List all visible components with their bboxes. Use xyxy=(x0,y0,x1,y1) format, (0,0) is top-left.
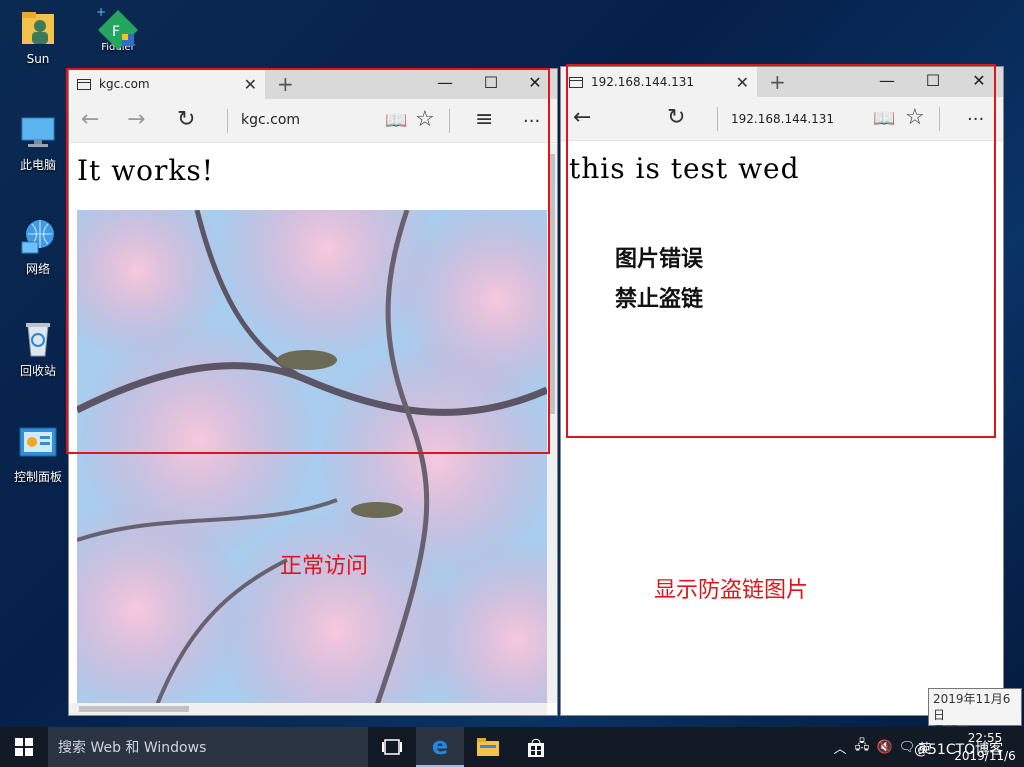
page-icon xyxy=(569,76,583,88)
browser-window-right: 192.168.144.131 ✕ + — ☐ ✕ ← ↻ 192.168.14… xyxy=(560,66,1004,716)
new-tab-button[interactable]: + xyxy=(769,70,786,94)
close-window-button[interactable]: ✕ xyxy=(525,73,545,92)
reading-view-icon[interactable]: 📖 xyxy=(873,108,895,129)
broken-image-alt-text: 图片错误 禁止盗链 xyxy=(615,240,703,320)
page-icon xyxy=(77,78,91,90)
tooltip-date: 2019年11月6日 xyxy=(933,692,1011,722)
close-tab-icon[interactable]: ✕ xyxy=(736,73,749,92)
desktop-icon-label: Sun xyxy=(26,52,50,66)
more-options-icon[interactable]: ··· xyxy=(523,111,540,132)
navigation-bar: ← ↻ 192.168.144.131 📖 ☆ ··· xyxy=(561,97,1003,141)
browser-tab[interactable]: kgc.com ✕ xyxy=(69,69,265,99)
separator xyxy=(227,109,228,133)
computer-icon xyxy=(18,112,58,152)
network-status-icon[interactable]: 🖧 xyxy=(850,736,874,758)
tab-title: kgc.com xyxy=(99,77,150,91)
desktop-icon-this-pc[interactable]: 此电脑 xyxy=(6,112,70,173)
desktop-icon-label: 回收站 xyxy=(19,364,56,378)
favorite-star-icon[interactable]: ☆ xyxy=(905,105,925,130)
favorite-star-icon[interactable]: ☆ xyxy=(415,107,435,132)
close-window-button[interactable]: ✕ xyxy=(969,71,989,90)
svg-text:+: + xyxy=(96,5,106,19)
file-explorer-icon[interactable] xyxy=(464,727,512,767)
reading-view-icon[interactable]: 📖 xyxy=(385,110,407,131)
desktop-icon-network[interactable]: 网络 xyxy=(6,216,70,277)
scrollbar-thumb[interactable] xyxy=(79,706,189,712)
taskbar: 搜索 Web 和 Windows e ︿ 🖧 🔇 🗨 英 @51CTO博客 22… xyxy=(0,727,1024,767)
control-panel-icon xyxy=(18,424,58,464)
more-options-icon[interactable]: ··· xyxy=(967,109,984,130)
minimize-button[interactable]: — xyxy=(435,73,455,92)
annotation-normal-access: 正常访问 xyxy=(280,554,369,579)
refresh-icon[interactable]: ↻ xyxy=(177,107,195,132)
page-content: It works! xyxy=(69,144,557,715)
tab-bar: 192.168.144.131 ✕ + — ☐ ✕ xyxy=(561,67,1003,97)
error-line: 禁止盗链 xyxy=(615,287,704,312)
forward-arrow-icon[interactable]: → xyxy=(127,107,145,132)
hub-menu-icon[interactable]: ≡ xyxy=(475,107,493,132)
tab-bar: kgc.com ✕ + — ☐ ✕ xyxy=(69,69,557,99)
annotation-anti-leech: 显示防盗链图片 xyxy=(654,578,809,603)
taskbar-search-box[interactable]: 搜索 Web 和 Windows xyxy=(48,727,368,767)
close-tab-icon[interactable]: ✕ xyxy=(244,75,257,94)
address-bar[interactable]: kgc.com xyxy=(241,112,300,128)
minimize-button[interactable]: — xyxy=(877,71,897,90)
scrollbar-thumb[interactable] xyxy=(549,154,555,414)
back-arrow-icon[interactable]: ← xyxy=(81,107,99,132)
separator xyxy=(717,107,718,131)
cherry-blossom-image xyxy=(77,210,547,705)
desktop-icon-recycle-bin[interactable]: 回收站 xyxy=(6,318,70,379)
page-content: this is test wed 图片错误 禁止盗链 xyxy=(561,142,1003,715)
date-tooltip: 2019年11月6日 星期三 xyxy=(928,688,1022,738)
volume-muted-icon[interactable]: 🔇 xyxy=(874,740,896,755)
page-heading: It works! xyxy=(77,154,215,187)
navigation-bar: ← → ↻ kgc.com 📖 ☆ ≡ ··· xyxy=(69,99,557,143)
address-bar[interactable]: 192.168.144.131 xyxy=(731,112,834,126)
vertical-scrollbar[interactable] xyxy=(547,144,557,703)
separator xyxy=(449,109,450,133)
chevron-up-icon[interactable]: ︿ xyxy=(830,738,850,757)
desktop-icon-fiddler[interactable]: F+ Fiddler xyxy=(86,4,150,53)
store-icon[interactable] xyxy=(512,727,560,767)
browser-window-left: kgc.com ✕ + — ☐ ✕ ← → ↻ kgc.com 📖 ☆ ≡ ··… xyxy=(68,68,558,716)
tab-title: 192.168.144.131 xyxy=(591,75,695,89)
desktop-icon-sun[interactable]: Sun xyxy=(6,8,70,66)
desktop-icon-label: 此电脑 xyxy=(19,158,56,172)
windows-logo-icon xyxy=(15,738,33,756)
refresh-icon[interactable]: ↻ xyxy=(667,105,685,130)
svg-text:F: F xyxy=(112,24,120,40)
start-button[interactable] xyxy=(0,727,48,767)
desktop-icon-label: 网络 xyxy=(25,262,50,276)
network-globe-icon xyxy=(18,216,58,256)
user-folder-icon xyxy=(18,8,58,48)
recycle-bin-icon xyxy=(18,318,58,358)
desktop-icon-control-panel[interactable]: 控制面板 xyxy=(6,424,70,485)
maximize-button[interactable]: ☐ xyxy=(923,71,943,90)
clock-time: 22:55 xyxy=(967,731,1003,745)
page-heading: this is test wed xyxy=(569,152,800,185)
edge-browser-icon[interactable]: e xyxy=(416,727,464,767)
separator xyxy=(939,107,940,131)
maximize-button[interactable]: ☐ xyxy=(481,73,501,92)
desktop-icon-label: 控制面板 xyxy=(13,470,62,484)
new-tab-button[interactable]: + xyxy=(277,72,294,96)
back-arrow-icon[interactable]: ← xyxy=(573,105,591,130)
error-line: 图片错误 xyxy=(615,247,704,272)
task-view-icon[interactable] xyxy=(368,727,416,767)
clock[interactable]: 22:55 2019/11/6 xyxy=(950,729,1020,765)
clock-date: 2019/11/6 xyxy=(954,749,1016,763)
horizontal-scrollbar[interactable] xyxy=(69,703,547,715)
browser-tab[interactable]: 192.168.144.131 ✕ xyxy=(561,67,757,97)
fiddler-icon: F + xyxy=(96,4,138,50)
